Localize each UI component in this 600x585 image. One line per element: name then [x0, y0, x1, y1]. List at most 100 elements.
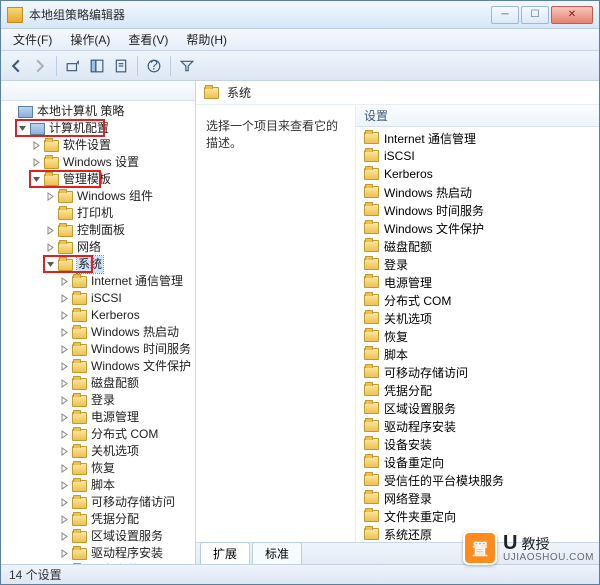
settings-item[interactable]: 设备安装	[356, 435, 599, 453]
expander-closed-icon[interactable]	[59, 480, 70, 491]
expander-closed-icon[interactable]	[59, 378, 70, 389]
tree-node[interactable]: Windows 组件	[3, 188, 195, 205]
menu-view[interactable]: 查看(V)	[120, 29, 176, 50]
settings-item[interactable]: 驱动程序安装	[356, 417, 599, 435]
expander-closed-icon[interactable]	[59, 310, 70, 321]
settings-item[interactable]: 系统还原	[356, 525, 599, 542]
help-button[interactable]: ?	[143, 55, 165, 77]
tree-node[interactable]: 软件设置	[3, 137, 195, 154]
tree-node[interactable]: Windows 时间服务	[3, 341, 195, 358]
settings-item[interactable]: 电源管理	[356, 273, 599, 291]
expander-closed-icon[interactable]	[59, 344, 70, 355]
tree-node[interactable]: 驱动程序安装	[3, 545, 195, 562]
expander-closed-icon[interactable]	[59, 446, 70, 457]
expander-closed-icon[interactable]	[31, 140, 42, 151]
back-button[interactable]	[5, 55, 27, 77]
tree-node[interactable]: Windows 设置	[3, 154, 195, 171]
expander-closed-icon[interactable]	[45, 191, 56, 202]
close-button[interactable]: ✕	[551, 6, 593, 24]
up-button[interactable]	[62, 55, 84, 77]
settings-item[interactable]: 磁盘配额	[356, 237, 599, 255]
tree-node[interactable]: 脚本	[3, 477, 195, 494]
column-header-settings[interactable]: 设置	[356, 105, 599, 127]
tree-node[interactable]: 设备安装	[3, 562, 195, 564]
tree-node[interactable]: 计算机配置	[3, 120, 195, 137]
tree-node[interactable]: Windows 文件保护	[3, 358, 195, 375]
settings-item[interactable]: 文件夹重定向	[356, 507, 599, 525]
menu-help[interactable]: 帮助(H)	[178, 29, 235, 50]
tree-node[interactable]: 可移动存储访问	[3, 494, 195, 511]
tree-node[interactable]: 登录	[3, 392, 195, 409]
expander-closed-icon[interactable]	[59, 293, 70, 304]
expander-closed-icon[interactable]	[59, 429, 70, 440]
expander-closed-icon[interactable]	[59, 395, 70, 406]
tab-standard[interactable]: 标准	[252, 542, 302, 564]
expander-open-icon[interactable]	[31, 174, 42, 185]
settings-list[interactable]: Internet 通信管理iSCSIKerberosWindows 热启动Win…	[356, 127, 599, 542]
expander-closed-icon[interactable]	[59, 276, 70, 287]
settings-item[interactable]: 恢复	[356, 327, 599, 345]
policy-tree[interactable]: 本地计算机 策略计算机配置软件设置Windows 设置管理模板Windows 组…	[1, 101, 195, 564]
tree-node[interactable]: Internet 通信管理	[3, 273, 195, 290]
settings-item[interactable]: 关机选项	[356, 309, 599, 327]
expander-closed-icon[interactable]	[45, 225, 56, 236]
menu-action[interactable]: 操作(A)	[62, 29, 118, 50]
tree-node[interactable]: 控制面板	[3, 222, 195, 239]
settings-item[interactable]: Kerberos	[356, 165, 599, 183]
expander-closed-icon[interactable]	[59, 514, 70, 525]
settings-item[interactable]: Internet 通信管理	[356, 129, 599, 147]
folder-icon	[364, 420, 379, 432]
settings-item[interactable]: Windows 时间服务	[356, 201, 599, 219]
expander-closed-icon[interactable]	[59, 548, 70, 559]
tree-node[interactable]: 分布式 COM	[3, 426, 195, 443]
expander-closed-icon[interactable]	[59, 531, 70, 542]
settings-item[interactable]: 可移动存储访问	[356, 363, 599, 381]
tree-node[interactable]: Windows 热启动	[3, 324, 195, 341]
settings-item[interactable]: 脚本	[356, 345, 599, 363]
expander-closed-icon[interactable]	[59, 412, 70, 423]
settings-item-label: 网络登录	[384, 490, 432, 507]
settings-item[interactable]: 设备重定向	[356, 453, 599, 471]
expander-closed-icon[interactable]	[59, 463, 70, 474]
settings-item[interactable]: Windows 文件保护	[356, 219, 599, 237]
tree-node[interactable]: 系统	[3, 256, 195, 273]
expander-closed-icon[interactable]	[59, 327, 70, 338]
tree-node[interactable]: Kerberos	[3, 307, 195, 324]
tree-node[interactable]: iSCSI	[3, 290, 195, 307]
tree-node[interactable]: 区域设置服务	[3, 528, 195, 545]
settings-item[interactable]: 分布式 COM	[356, 291, 599, 309]
menu-file[interactable]: 文件(F)	[5, 29, 60, 50]
settings-item-label: 恢复	[384, 328, 408, 345]
folder-icon	[44, 157, 59, 169]
settings-item[interactable]: 区域设置服务	[356, 399, 599, 417]
expander-closed-icon[interactable]	[59, 361, 70, 372]
tree-node[interactable]: 打印机	[3, 205, 195, 222]
tab-extended[interactable]: 扩展	[200, 542, 250, 564]
expander-open-icon[interactable]	[45, 259, 56, 270]
forward-button[interactable]	[29, 55, 51, 77]
tree-node[interactable]: 恢复	[3, 460, 195, 477]
properties-button[interactable]	[110, 55, 132, 77]
tree-node[interactable]: 电源管理	[3, 409, 195, 426]
settings-item[interactable]: 网络登录	[356, 489, 599, 507]
settings-item[interactable]: iSCSI	[356, 147, 599, 165]
tree-node[interactable]: 本地计算机 策略	[3, 103, 195, 120]
settings-item[interactable]: 凭据分配	[356, 381, 599, 399]
expander-open-icon[interactable]	[17, 123, 28, 134]
filter-button[interactable]	[176, 55, 198, 77]
folder-icon	[72, 429, 87, 441]
expander-closed-icon[interactable]	[59, 497, 70, 508]
expander-closed-icon[interactable]	[45, 242, 56, 253]
tree-node[interactable]: 管理模板	[3, 171, 195, 188]
tree-node[interactable]: 关机选项	[3, 443, 195, 460]
minimize-button[interactable]: ─	[491, 6, 519, 24]
settings-item[interactable]: 登录	[356, 255, 599, 273]
tree-node[interactable]: 凭据分配	[3, 511, 195, 528]
maximize-button[interactable]: ☐	[521, 6, 549, 24]
settings-item[interactable]: 受信任的平台模块服务	[356, 471, 599, 489]
tree-node[interactable]: 网络	[3, 239, 195, 256]
show-hide-tree-button[interactable]	[86, 55, 108, 77]
tree-node[interactable]: 磁盘配额	[3, 375, 195, 392]
settings-item[interactable]: Windows 热启动	[356, 183, 599, 201]
expander-closed-icon[interactable]	[31, 157, 42, 168]
